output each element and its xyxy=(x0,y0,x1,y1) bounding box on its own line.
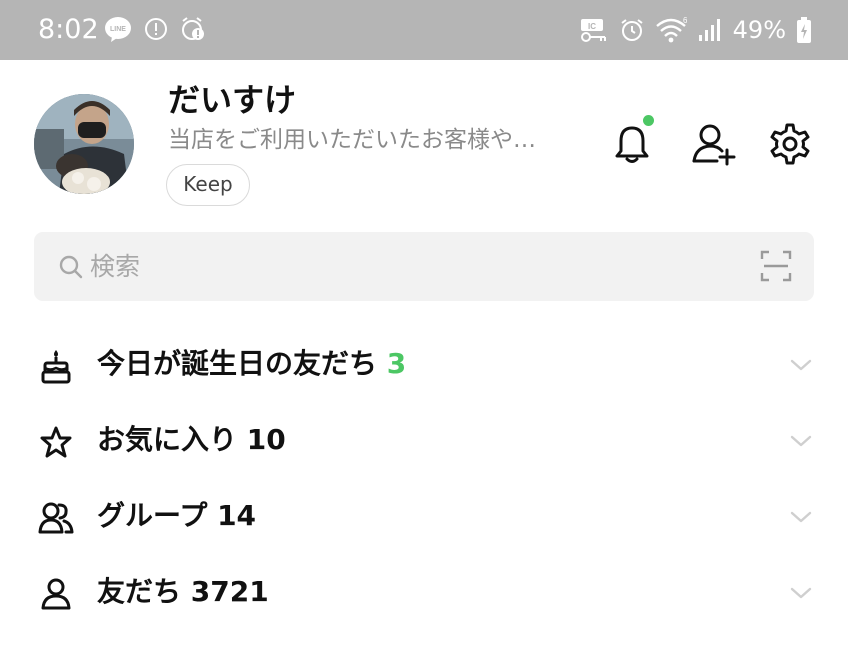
friends-home-screen: 8:02 LINE IC 6 49% だいすけ 当店をご利用いただいたお客様や…… xyxy=(0,0,848,659)
profile-avatar[interactable] xyxy=(34,94,134,194)
section-title: 友だち xyxy=(97,575,182,608)
section-count: 3 xyxy=(386,347,407,380)
group-icon xyxy=(36,498,76,538)
section-count: 14 xyxy=(217,499,257,532)
section-label: グループ 14 xyxy=(97,496,256,536)
section-friends[interactable]: 友だち 3721 xyxy=(0,558,848,634)
section-title: 今日が誕生日の友だち xyxy=(97,347,378,380)
section-label: 今日が誕生日の友だち 3 xyxy=(97,344,406,384)
chevron-down-icon[interactable] xyxy=(790,358,812,372)
add-friend-button[interactable] xyxy=(690,120,738,168)
status-bar: 8:02 LINE IC 6 49% xyxy=(0,0,848,60)
notification-dot xyxy=(643,115,654,126)
section-birthdays[interactable]: 今日が誕生日の友だち 3 xyxy=(0,330,848,406)
battery-icon xyxy=(797,17,811,43)
svg-text:IC: IC xyxy=(588,22,596,31)
alarm-sync-icon xyxy=(182,17,204,40)
search-icon xyxy=(59,255,83,279)
cake-icon xyxy=(36,346,76,386)
section-label: お気に入り 10 xyxy=(97,420,286,460)
svg-text:6: 6 xyxy=(683,16,687,25)
battery-percent: 49% xyxy=(732,16,786,44)
alarm-icon xyxy=(621,19,643,41)
section-title: グループ xyxy=(97,499,208,532)
star-icon xyxy=(36,422,76,462)
section-count: 3721 xyxy=(190,575,269,608)
add-friend-icon xyxy=(692,124,736,166)
gear-icon xyxy=(770,123,810,165)
chevron-down-icon[interactable] xyxy=(790,510,812,524)
section-favorites[interactable]: お気に入り 10 xyxy=(0,406,848,482)
profile-name[interactable]: だいすけ xyxy=(168,79,296,121)
info-circle-icon xyxy=(145,18,167,40)
status-left-icons: LINE xyxy=(103,14,207,44)
section-title: お気に入り xyxy=(97,423,238,456)
section-label: 友だち 3721 xyxy=(97,572,269,612)
keep-button[interactable]: Keep xyxy=(166,164,250,206)
signal-icon xyxy=(698,19,720,41)
friend-icon xyxy=(36,574,76,614)
scan-icon[interactable] xyxy=(760,250,792,282)
bell-icon xyxy=(615,126,649,163)
notifications-button[interactable] xyxy=(608,115,656,168)
chevron-down-icon[interactable] xyxy=(790,434,812,448)
profile-status-message[interactable]: 当店をご利用いただいたお客様や… xyxy=(168,124,568,156)
svg-text:LINE: LINE xyxy=(110,26,126,33)
search-input[interactable] xyxy=(90,232,690,301)
search-bar[interactable] xyxy=(34,232,814,301)
line-icon: LINE xyxy=(105,17,131,42)
status-time: 8:02 xyxy=(38,14,99,45)
section-groups[interactable]: グループ 14 xyxy=(0,482,848,558)
chevron-down-icon[interactable] xyxy=(790,586,812,600)
settings-button[interactable] xyxy=(766,120,814,168)
wifi-icon: 6 xyxy=(655,16,687,43)
ic-key-icon: IC xyxy=(580,19,606,42)
avatar-photo xyxy=(34,94,134,194)
section-count: 10 xyxy=(246,423,286,456)
status-right-icons: IC 6 49% xyxy=(579,13,812,47)
